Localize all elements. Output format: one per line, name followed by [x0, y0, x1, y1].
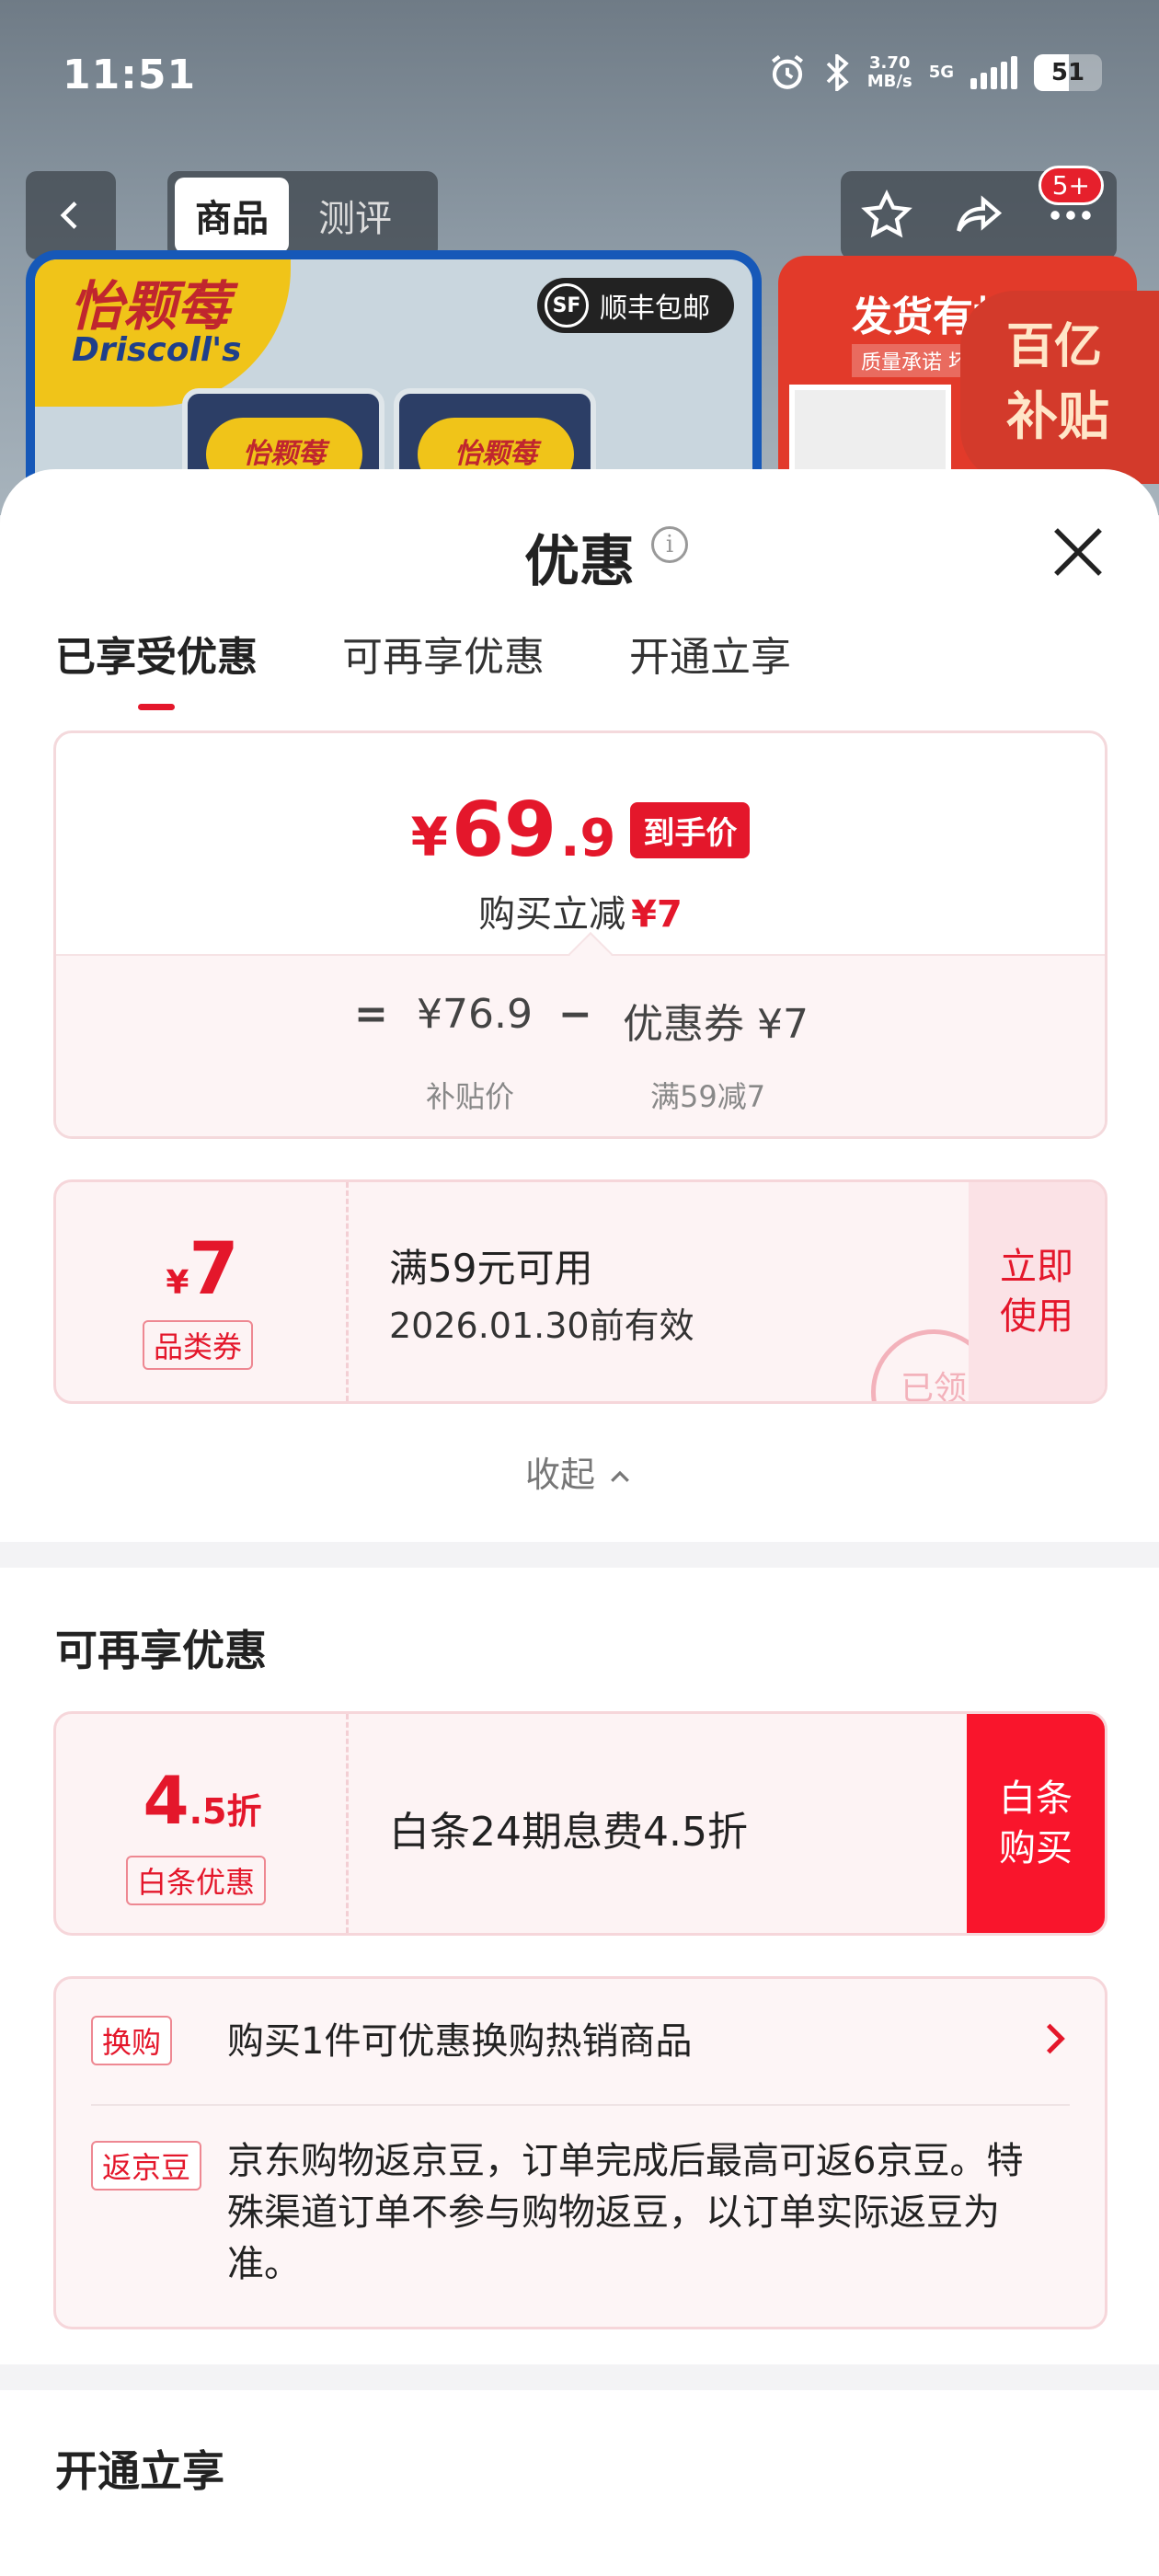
discount-tabs: 已享受优惠 可再享优惠 开通立享 [55, 624, 791, 710]
use-coupon-button[interactable]: 立即使用 [969, 1182, 1105, 1401]
back-arrow-icon [60, 201, 77, 229]
tab-enjoyed[interactable]: 已享受优惠 [55, 624, 258, 710]
baitiao-discount: 4.5折 [143, 1762, 262, 1839]
baitiao-buy-button[interactable]: 白条购买 [967, 1714, 1105, 1933]
instant-reduction: 购买立减 ¥7 [478, 893, 683, 936]
brand-logo: 怡颗莓 Driscoll's [35, 259, 291, 407]
open-enjoy-title: 开通立享 [55, 2446, 224, 2496]
coupon-type-label: 品类券 [143, 1320, 254, 1370]
tab-review[interactable]: 测评 [298, 178, 412, 253]
shipping-badge: SF 顺丰包邮 [537, 278, 734, 333]
baitiao-label: 白条优惠 [126, 1856, 267, 1905]
exchange-tag: 换购 [91, 2016, 173, 2065]
message-badge: 5+ [1038, 166, 1104, 205]
coupon-condition: 满59元可用 [389, 1246, 593, 1291]
sheet-title: 优惠 [524, 530, 635, 594]
battery-level: 51 [1050, 59, 1085, 86]
category-coupon: ¥7 品类券 满59元可用 2026.01.30前有效 已领 立即使用 [53, 1179, 1107, 1404]
network-type: 5G [928, 63, 954, 82]
status-time: 11:51 [63, 52, 197, 98]
baitiao-description: 白条24期息费4.5折 [389, 1809, 748, 1856]
subsidy-price-label: 补贴价 [426, 1079, 515, 1114]
divider [91, 2104, 1070, 2106]
tab-open-enjoy[interactable]: 开通立享 [629, 624, 791, 683]
product-page-backdrop: 11:51 3.70 MB/s 5G 51 商品 测评 5+ 怡颗莓 Drisc… [0, 0, 1159, 515]
status-icons: 3.70 MB/s 5G 51 [768, 53, 1102, 92]
tab-product[interactable]: 商品 [175, 178, 289, 253]
extra-benefits-card: 换购 购买1件可优惠换购热销商品 返京豆 京东购物返京豆，订单完成后最高可返6京… [53, 1976, 1107, 2329]
coupon-condition-label: 满59减7 [650, 1079, 766, 1114]
jingdou-row: 返京豆 京东购物返京豆，订单完成后最高可返6京豆。特殊渠道订单不参与购物返豆，以… [91, 2140, 1070, 2306]
tab-more-discounts[interactable]: 可再享优惠 [342, 624, 545, 683]
exchange-text: 购买1件可优惠换购热销商品 [227, 2020, 693, 2063]
network-speed: 3.70 MB/s [866, 53, 912, 91]
page-tabs: 商品 测评 [167, 171, 438, 259]
more-discounts-title: 可再享优惠 [55, 1626, 267, 1675]
chevron-up-icon [611, 1470, 629, 1482]
price-breakdown-card: ¥ 69 .9 到手价 购买立减 ¥7 = ¥76.9 − 优惠券 ¥7 补贴价 … [53, 730, 1107, 1139]
status-bar: 11:51 3.70 MB/s 5G 51 [0, 0, 1159, 156]
info-icon[interactable]: i [651, 526, 688, 563]
coupon-expiry: 2026.01.30前有效 [389, 1305, 694, 1346]
baitiao-offer: 4.5折 白条优惠 白条24期息费4.5折 白条购买 [53, 1711, 1107, 1936]
coupon-deduction: 优惠券 ¥7 [623, 1001, 809, 1048]
battery-icon: 51 [1034, 54, 1102, 91]
bluetooth-icon [826, 54, 849, 91]
coupon-amount: ¥7 [166, 1228, 239, 1311]
exchange-row[interactable]: 换购 购买1件可优惠换购热销商品 [91, 2016, 1070, 2080]
discount-sheet: 优惠 i 已享受优惠 可再享优惠 开通立享 ¥ 69 .9 到手价 购买立减 ¥7… [0, 469, 1159, 2576]
subsidy-badge: 百亿 补贴 [960, 291, 1159, 484]
alarm-icon [771, 54, 803, 89]
sf-logo-icon: SF [545, 283, 589, 328]
final-price: ¥ 69 .9 到手价 [56, 787, 1105, 874]
nav-toolbar: 5+ [841, 166, 1117, 259]
section-divider [0, 2364, 1159, 2390]
price-formula: = ¥76.9 − 优惠券 ¥7 补贴价 满59减7 [56, 931, 1105, 1136]
jingdou-tag: 返京豆 [91, 2141, 202, 2191]
jingdou-text: 京东购物返京豆，订单完成后最高可返6京豆。特殊渠道订单不参与购物返豆，以订单实际… [227, 2140, 1024, 2285]
top-navigation: 商品 测评 5+ [0, 166, 1159, 259]
section-divider [0, 1542, 1159, 1568]
close-icon[interactable] [1045, 519, 1111, 585]
final-price-tag: 到手价 [630, 802, 751, 858]
share-icon[interactable] [952, 189, 1005, 242]
signal-icon [970, 56, 1017, 89]
subsidy-price: ¥76.9 [417, 991, 533, 1038]
back-button[interactable] [26, 171, 116, 259]
collapse-button[interactable]: 收起 [0, 1446, 1159, 1497]
chevron-right-icon [1046, 2023, 1065, 2054]
star-icon[interactable] [860, 189, 913, 242]
